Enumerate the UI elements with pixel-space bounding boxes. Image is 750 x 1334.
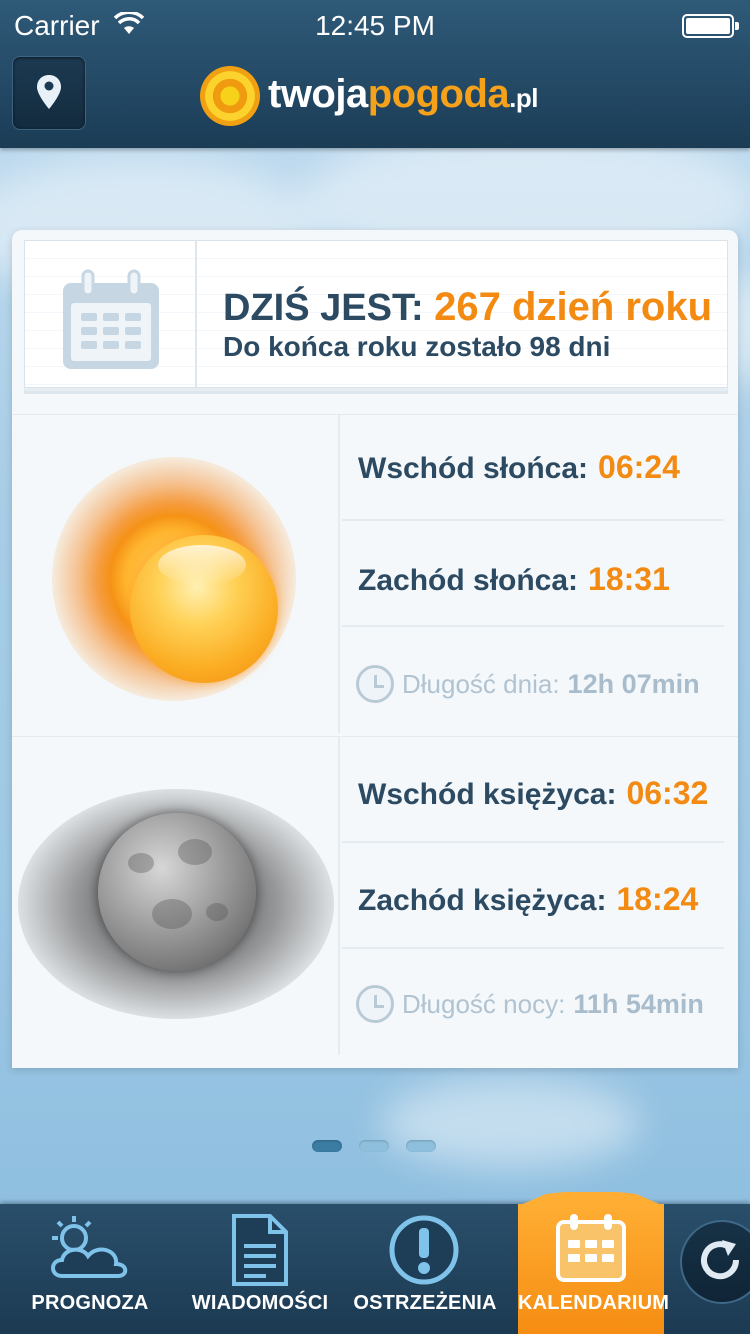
- clock-icon: [356, 665, 394, 703]
- moonset-label: Zachód księżyca:: [358, 884, 607, 917]
- moonrise-row: Wschód księżyca: 06:32: [342, 737, 724, 843]
- moon-image: [98, 813, 256, 971]
- battery-icon: [682, 14, 739, 38]
- clock-icon: [356, 985, 394, 1023]
- moonrise-value: 06:32: [626, 775, 709, 811]
- day-of-year-panel: DZIŚ JEST: 267 dzień roku Do końca roku …: [24, 240, 728, 388]
- sunrise-value: 06:24: [598, 449, 680, 485]
- tab-kalendarium[interactable]: KALENDARIUM: [518, 1204, 670, 1334]
- day-of-year-value: 267 dzień roku: [434, 285, 713, 329]
- sunrise-label: Wschód słońca:: [358, 452, 589, 485]
- sunrise-row: Wschód słońca: 06:24: [342, 415, 724, 521]
- day-length-value: 12h 07min: [567, 669, 700, 699]
- warning-icon: [389, 1215, 459, 1285]
- page-dot-1[interactable]: [312, 1140, 342, 1152]
- calendar-card: DZIŚ JEST: 267 dzień roku Do końca roku …: [12, 230, 738, 1074]
- night-length-value: 11h 54min: [573, 989, 704, 1019]
- tab-label-wiadomosci: WIADOMOŚCI: [191, 1292, 329, 1314]
- night-length-row: Długość nocy: 11h 54min: [342, 949, 724, 1053]
- location-pin-icon: [37, 75, 61, 109]
- top-bar: Carrier 12:45 PM twojapogoda.pl: [0, 0, 750, 148]
- status-bar: Carrier 12:45 PM: [0, 0, 750, 52]
- day-of-year-text: DZIŚ JEST: 267 dzień roku: [223, 285, 713, 329]
- days-left-text: Do końca roku zostało 98 dni: [223, 331, 611, 362]
- day-length-row: Długość dnia: 12h 07min: [342, 627, 724, 731]
- document-icon: [232, 1214, 288, 1286]
- sunset-label: Zachód słońca:: [358, 564, 579, 597]
- moon-section: Wschód księżyca: 06:32 Zachód księżyca: 18…: [12, 736, 738, 1055]
- page-dot-3[interactable]: [406, 1140, 436, 1152]
- tab-ostrzezenia[interactable]: OSTRZEŻENIA: [340, 1204, 510, 1334]
- location-button[interactable]: [12, 56, 86, 130]
- calendar-icon: [556, 1214, 626, 1282]
- sunset-row: Zachód słońca: 18:31: [342, 521, 724, 627]
- tab-label-ostrzezenia: OSTRZEŻENIA: [353, 1292, 497, 1314]
- bottom-tab-bar: PROGNOZA WIADOMOŚCI OSTRZEŻENIA KALENDAR…: [0, 1204, 750, 1334]
- tab-prognoza[interactable]: PROGNOZA: [0, 1204, 180, 1334]
- refresh-icon: [701, 1240, 740, 1280]
- page-indicator: [312, 1140, 438, 1156]
- tab-wiadomosci[interactable]: WIADOMOŚCI: [180, 1204, 340, 1334]
- page-dot-2[interactable]: [359, 1140, 389, 1152]
- moonrise-label: Wschód księżyca:: [358, 778, 617, 811]
- tab-label-kalendarium: KALENDARIUM: [518, 1292, 670, 1314]
- status-time: 12:45 PM: [315, 10, 435, 41]
- moonset-row: Zachód księżyca: 18:24: [342, 843, 724, 949]
- moonset-value: 18:24: [616, 881, 699, 917]
- night-length-label: Długość nocy:: [402, 989, 566, 1019]
- cloud-sun-icon: [51, 1216, 128, 1278]
- sun-section: Wschód słońca: 06:24 Zachód słońca: 18:31 …: [12, 414, 738, 733]
- tab-label-prognoza: PROGNOZA: [31, 1292, 149, 1314]
- sunset-value: 18:31: [588, 561, 670, 597]
- day-length-label: Długość dnia:: [402, 669, 560, 699]
- calendar-icon: [63, 269, 159, 369]
- active-tab-peak: [518, 1192, 664, 1206]
- logo-sun-icon: [200, 66, 260, 126]
